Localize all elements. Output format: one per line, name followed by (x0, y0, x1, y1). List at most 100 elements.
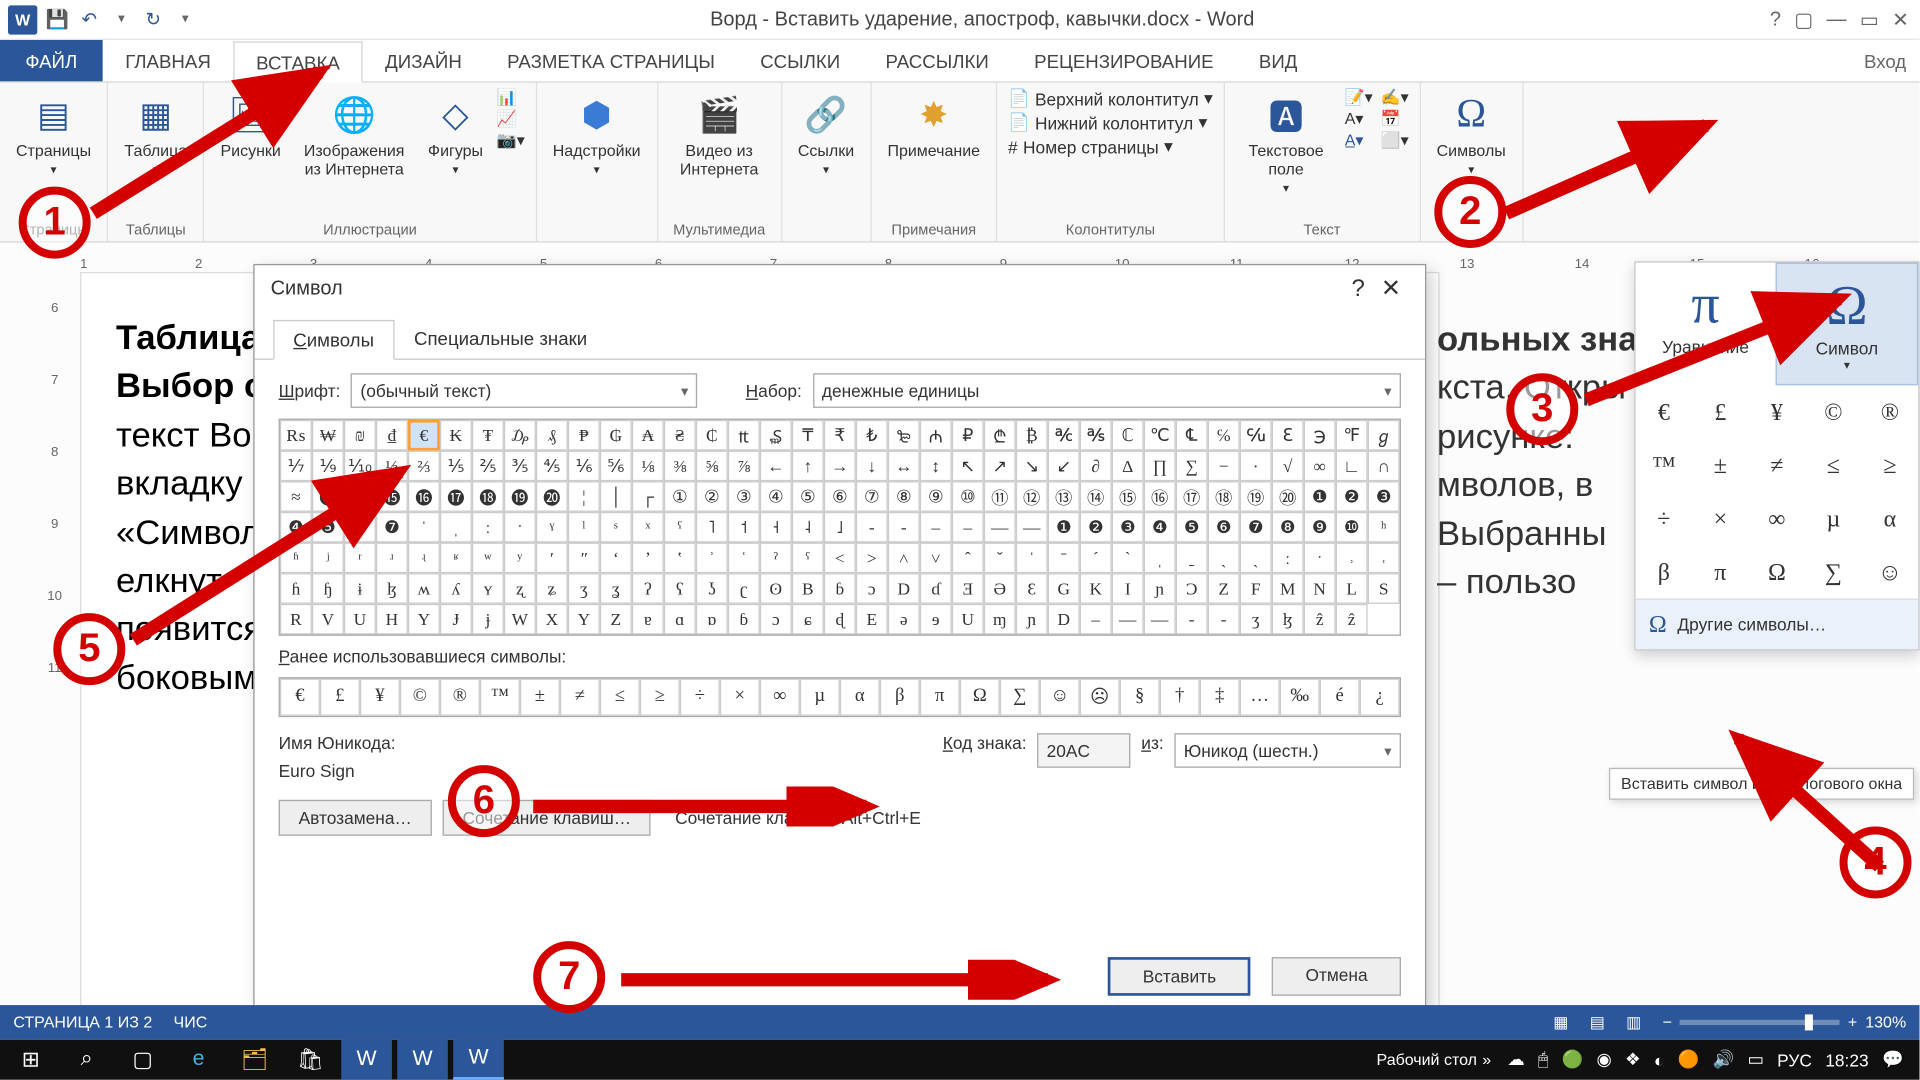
symbol-cell[interactable]: ʗ (728, 573, 760, 604)
pages-button[interactable]: ▤Страницы▾ (11, 88, 97, 180)
symbol-cell[interactable]: ʔ (632, 573, 664, 604)
symbol-cell[interactable]: ɲ (1016, 604, 1048, 635)
symbol-cell[interactable]: ʾ (696, 543, 728, 574)
symbol-cell[interactable]: ₴ (664, 420, 696, 451)
symbol-cell[interactable]: ℂ (1112, 420, 1144, 451)
flyout-symbol-cell[interactable]: ™ (1636, 439, 1693, 492)
symbol-cell[interactable]: ˌ (1144, 543, 1176, 574)
language-indicator[interactable]: РУС (1777, 1050, 1812, 1070)
symbol-cell[interactable]: ˀ (760, 543, 792, 574)
symbol-cell[interactable]: ɘ (920, 604, 952, 635)
symbol-cell[interactable]: ↕ (920, 451, 952, 482)
task-view-icon[interactable]: ▢ (117, 1040, 168, 1080)
qat-dropdown-icon[interactable]: ▾ (173, 7, 197, 31)
symbol-cell[interactable]: ⓰ (408, 481, 440, 512)
symbol-cell[interactable]: ❶ (1304, 481, 1336, 512)
symbol-cell[interactable]: ʍ (408, 573, 440, 604)
flyout-symbol-cell[interactable]: π (1692, 545, 1749, 598)
tab-file[interactable]: ФАЙЛ (0, 40, 103, 81)
symbol-cell[interactable]: U (344, 604, 376, 635)
maximize-icon[interactable]: ▭ (1860, 7, 1879, 31)
insert-button[interactable]: Вставить (1108, 957, 1251, 996)
symbol-cell[interactable]: ⅜ (664, 451, 696, 482)
symbol-cell[interactable]: ː (1272, 543, 1304, 574)
symbol-cell[interactable]: ℀ (1048, 420, 1080, 451)
symbol-cell[interactable]: Z (600, 604, 632, 635)
symbol-cell[interactable]: ⑨ (920, 481, 952, 512)
symbol-cell[interactable]: ⑧ (888, 481, 920, 512)
symbol-cell[interactable]: ₾ (984, 420, 1016, 451)
symbol-cell[interactable]: ˅ (920, 543, 952, 574)
flyout-symbol-cell[interactable]: ☺ (1862, 545, 1919, 598)
symbol-cell[interactable]: ː (472, 512, 504, 543)
symbol-cell[interactable]: — (984, 512, 1016, 543)
symbol-cell[interactable]: Ə (984, 573, 1016, 604)
recent-symbol-cell[interactable]: £ (320, 678, 360, 715)
symbol-cell[interactable]: ⅕ (440, 451, 472, 482)
login-link[interactable]: Вход (1851, 40, 1920, 81)
symbol-cell[interactable]: E (856, 604, 888, 635)
zoom-value[interactable]: 130% (1865, 1013, 1906, 1032)
shortcut-key-button[interactable]: Сочетание клавиш… (442, 800, 651, 836)
recent-symbol-cell[interactable]: § (1120, 678, 1160, 715)
symbol-cell[interactable]: ɧ (312, 573, 344, 604)
symbol-cell[interactable]: ₯ (504, 420, 536, 451)
minimize-icon[interactable]: — (1827, 7, 1847, 31)
symbol-grid[interactable]: ₨₩₪₫€₭₮₯₰₱₲₳₴₵₶₷₸₹₺₻₼₽₾₿℀℁ℂ℃℄℅℆ℇ℈℉ℊ⅐⅑⅒⅓⅔… (279, 419, 1401, 636)
symbol-cell[interactable]: ₫ (376, 420, 408, 451)
store-icon[interactable]: 🛍 (285, 1040, 336, 1080)
symbol-cell[interactable]: ← (760, 451, 792, 482)
symbol-cell[interactable]: ⅚ (600, 451, 632, 482)
symbol-cell[interactable]: ɦ (280, 573, 312, 604)
symbol-cell[interactable]: ❾ (1304, 512, 1336, 543)
symbol-cell[interactable]: ⑤ (792, 481, 824, 512)
tab-review[interactable]: РЕЦЕНЗИРОВАНИЕ (1011, 40, 1236, 81)
desktop-label[interactable]: Рабочий стол (1377, 1050, 1477, 1069)
recent-symbol-cell[interactable]: … (1240, 678, 1280, 715)
symbol-cell[interactable]: ˢ (600, 512, 632, 543)
symbol-cell[interactable]: ⑲ (1240, 481, 1272, 512)
tray-icon[interactable]: ▭ (1747, 1049, 1763, 1070)
symbol-cell[interactable]: Y (408, 604, 440, 635)
help-icon[interactable]: ? (1344, 274, 1373, 302)
shapes-button[interactable]: ◇Фигуры▾ (422, 88, 489, 180)
symbol-cell[interactable]: ʸ (504, 543, 536, 574)
symbol-cell[interactable]: B (792, 573, 824, 604)
subset-select[interactable]: денежные единицы▾ (813, 373, 1401, 408)
symbol-cell[interactable]: ʓ (600, 573, 632, 604)
clock[interactable]: 18:23 (1825, 1050, 1868, 1070)
symbol-cell[interactable]: Ɛ (1016, 573, 1048, 604)
symbol-flyout-button[interactable]: ΩСимвол▾ (1776, 263, 1919, 386)
tray-icon[interactable]: 🟢 (1562, 1049, 1584, 1070)
symbol-cell[interactable]: ʺ (568, 543, 600, 574)
symbol-cell[interactable]: Ǝ (952, 573, 984, 604)
symbol-cell[interactable]: ɑ (664, 604, 696, 635)
symbol-cell[interactable]: ↔ (888, 451, 920, 482)
undo-icon[interactable]: ↶ (77, 7, 101, 31)
symbol-cell[interactable]: ʹ (536, 543, 568, 574)
symbol-cell[interactable]: → (824, 451, 856, 482)
symbol-cell[interactable]: ˑ (1304, 543, 1336, 574)
zoom-control[interactable]: − + 130% (1663, 1013, 1907, 1032)
symbol-cell[interactable]: ⑳ (1272, 481, 1304, 512)
header-button[interactable]: 📄 Верхний колонтитул ▾ (1008, 88, 1213, 109)
start-button[interactable]: ⊞ (5, 1040, 56, 1080)
symbol-cell[interactable]: F (1240, 573, 1272, 604)
zoom-out-icon[interactable]: − (1663, 1013, 1672, 1032)
close-icon[interactable]: ✕ (1373, 274, 1409, 302)
tab-home[interactable]: ГЛАВНАЯ (103, 40, 234, 81)
recent-symbol-cell[interactable]: ‡ (1200, 678, 1240, 715)
symbol-cell[interactable]: ɔ (856, 573, 888, 604)
text-small-buttons[interactable]: 📝▾A▾A̲▾ (1345, 88, 1373, 149)
symbol-cell[interactable]: ‑ (888, 512, 920, 543)
recent-symbol-cell[interactable]: ¥ (360, 678, 400, 715)
recent-symbol-cell[interactable]: ≠ (560, 678, 600, 715)
recent-symbol-cell[interactable]: π (920, 678, 960, 715)
symbol-cell[interactable]: ⓮ (344, 481, 376, 512)
symbol-cell[interactable]: ❸ (1368, 481, 1400, 512)
symbol-cell[interactable]: ❽ (1272, 512, 1304, 543)
word-count[interactable]: ЧИС (174, 1013, 208, 1032)
symbol-cell[interactable]: ʷ (472, 543, 504, 574)
symbol-cell[interactable]: ⅙ (568, 451, 600, 482)
recent-symbol-cell[interactable]: ≤ (600, 678, 640, 715)
